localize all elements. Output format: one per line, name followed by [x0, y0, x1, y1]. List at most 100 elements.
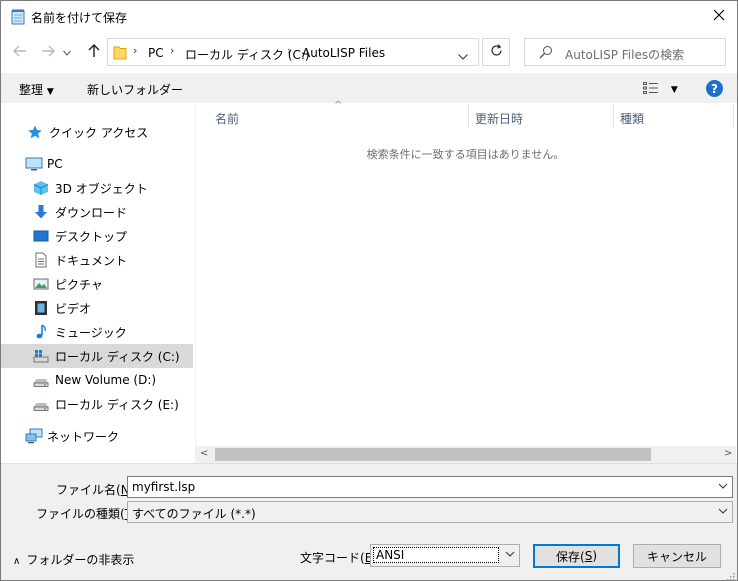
scroll-left-icon[interactable]: < — [200, 448, 208, 459]
hide-folders-label: フォルダーの非表示 — [26, 553, 135, 567]
picture-icon — [33, 276, 49, 292]
drive-icon — [33, 396, 49, 412]
up-button[interactable] — [83, 41, 105, 63]
navigation-pane: クイック アクセス PC 3D オブジェクト ダウンロード デスクトップ ドキュ… — [1, 104, 195, 462]
nav-item-label: ピクチャ — [55, 277, 103, 292]
scrollbar-thumb[interactable] — [215, 448, 651, 461]
column-header-modified[interactable]: 更新日時 — [475, 110, 523, 127]
nav-item-label: ネットワーク — [47, 429, 120, 444]
column-header-name[interactable]: 名前 — [215, 110, 239, 127]
nav-item-3d-objects[interactable]: 3D オブジェクト — [1, 176, 193, 200]
filename-field[interactable]: myfirst.lsp — [127, 476, 733, 498]
caret-down-icon: ▼ — [46, 87, 54, 97]
music-note-icon — [33, 324, 49, 340]
nav-item-label: ドキュメント — [55, 253, 128, 268]
column-divider[interactable] — [613, 104, 614, 128]
breadcrumb-pc[interactable]: PC — [148, 46, 164, 60]
file-list: ^ 名前 更新日時 種類 検索条件に一致する項目はありません。 < > — [195, 100, 736, 463]
nav-item-downloads[interactable]: ダウンロード — [1, 200, 193, 224]
nav-item-label: デスクトップ — [55, 229, 128, 244]
empty-list-message: 検索条件に一致する項目はありません。 — [366, 148, 565, 161]
chevron-down-icon — [718, 506, 728, 519]
chevron-right-icon: › — [133, 44, 138, 57]
save-as-dialog: 名前を付けて保存 › PC › ローカル ディスク (C:) › AutoLIS… — [0, 0, 738, 581]
nav-item-label: ミュージック — [55, 325, 127, 340]
pane-splitter[interactable] — [195, 104, 196, 462]
film-icon — [33, 300, 49, 316]
nav-item-label: クイック アクセス — [49, 125, 149, 140]
filename-value: myfirst.lsp — [132, 480, 196, 494]
document-icon — [33, 252, 49, 268]
nav-item-volume-d[interactable]: New Volume (D:) — [1, 368, 193, 392]
column-divider[interactable] — [733, 104, 734, 128]
nav-item-local-disk-e[interactable]: ローカル ディスク (E:) — [1, 392, 193, 416]
computer-icon — [25, 156, 43, 172]
encoding-select[interactable]: ANSI — [370, 544, 520, 567]
save-label: 保存( — [556, 549, 585, 564]
nav-item-desktop[interactable]: デスクトップ — [1, 224, 193, 248]
chevron-up-icon: ∧ — [13, 556, 21, 567]
filetype-select[interactable]: すべてのファイル (*.*) — [127, 501, 733, 523]
chevron-down-icon — [505, 549, 515, 562]
arrow-right-icon — [41, 45, 55, 60]
organize-button[interactable]: 整理 ▼ — [19, 81, 54, 98]
nav-item-label: ローカル ディスク (C:) — [55, 349, 180, 364]
caret-down-icon: ▼ — [670, 85, 678, 95]
hide-folders-button[interactable]: ∧ フォルダーの非表示 — [13, 551, 134, 568]
save-button[interactable]: 保存(S) — [533, 544, 620, 568]
nav-item-label: 3D オブジェクト — [55, 181, 148, 196]
address-bar[interactable]: › PC › ローカル ディスク (C:) › AutoLISP Files — [107, 38, 479, 66]
horizontal-scrollbar[interactable]: < > — [195, 446, 736, 463]
view-options-button[interactable]: ▼ — [643, 81, 678, 98]
search-input[interactable]: AutoLISP Filesの検索 — [524, 38, 726, 66]
resize-grip-icon[interactable] — [727, 570, 735, 581]
nav-item-label: ビデオ — [55, 301, 92, 316]
help-icon[interactable]: ? — [706, 80, 723, 97]
details-view-icon — [643, 82, 659, 98]
column-header-type[interactable]: 種類 — [620, 110, 644, 127]
nav-item-label: New Volume (D:) — [55, 373, 157, 387]
recent-locations-button[interactable] — [59, 41, 75, 63]
close-icon — [713, 9, 725, 24]
encoding-value: ANSI — [373, 547, 499, 563]
desktop-icon — [33, 228, 49, 244]
back-button[interactable] — [9, 41, 31, 63]
refresh-button[interactable] — [482, 38, 510, 66]
network-icon — [25, 428, 43, 444]
search-placeholder: AutoLISP Filesの検索 — [565, 48, 685, 62]
breadcrumb-current-folder[interactable]: AutoLISP Files — [302, 46, 385, 60]
filetype-value: すべてのファイル (*.*) — [132, 507, 256, 521]
save-form: ファイル名(N): myfirst.lsp ファイルの種類(T): すべてのファ… — [1, 463, 737, 581]
nav-item-pc[interactable]: PC — [1, 152, 193, 176]
organize-label: 整理 — [19, 83, 44, 97]
nav-item-documents[interactable]: ドキュメント — [1, 248, 193, 272]
chevron-down-icon[interactable] — [718, 481, 728, 494]
new-folder-button[interactable]: 新しいフォルダー — [87, 81, 183, 98]
sort-ascending-icon: ^ — [334, 100, 343, 111]
download-arrow-icon — [33, 204, 49, 220]
encoding-label: 文字コード(E): — [300, 549, 381, 566]
encoding-label-text: 文字コード( — [300, 551, 365, 565]
folder-icon — [113, 44, 127, 63]
nav-item-label: ダウンロード — [55, 205, 128, 220]
nav-item-local-disk-c[interactable]: ローカル ディスク (C:) — [1, 344, 193, 368]
forward-button[interactable] — [37, 41, 59, 63]
title-bar: 名前を付けて保存 — [1, 1, 737, 32]
nav-item-pictures[interactable]: ピクチャ — [1, 272, 193, 296]
nav-item-label: ローカル ディスク (E:) — [55, 397, 179, 412]
column-divider[interactable] — [468, 104, 469, 128]
nav-item-quick-access[interactable]: クイック アクセス — [1, 120, 193, 144]
window-title: 名前を付けて保存 — [31, 11, 128, 25]
nav-item-videos[interactable]: ビデオ — [1, 296, 193, 320]
nav-item-network[interactable]: ネットワーク — [1, 424, 193, 448]
drive-icon — [33, 372, 49, 388]
search-icon — [539, 45, 553, 62]
close-button[interactable] — [701, 1, 737, 31]
scroll-right-icon[interactable]: > — [724, 448, 732, 459]
arrow-up-icon — [88, 43, 100, 61]
cancel-button[interactable]: キャンセル — [633, 544, 721, 568]
star-icon — [27, 124, 43, 140]
nav-item-music[interactable]: ミュージック — [1, 320, 193, 344]
drive-windows-icon — [33, 348, 49, 364]
chevron-down-icon[interactable] — [458, 49, 468, 63]
